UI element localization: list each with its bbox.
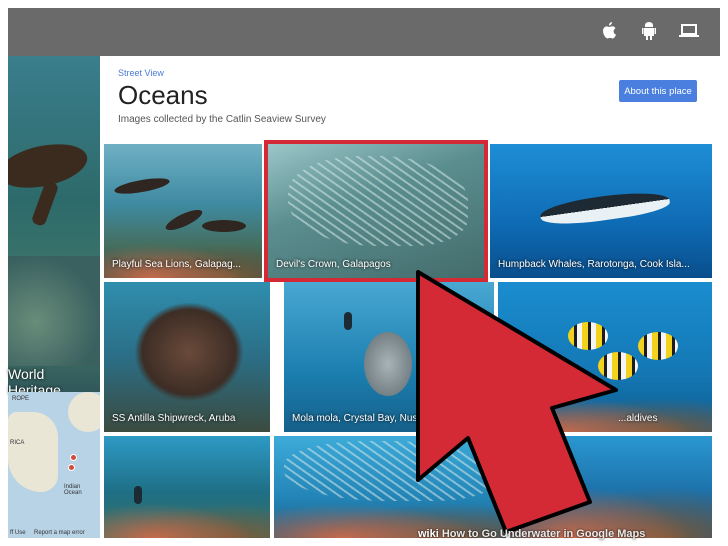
shipwreck-shape <box>134 302 244 402</box>
gallery-tile-reef-divers[interactable] <box>104 436 270 538</box>
page-title: Oceans <box>118 80 208 110</box>
pointer-arrow-icon <box>416 270 618 534</box>
world-map[interactable]: ROPE RICA Indian Ocean ff Use Report a m… <box>8 392 100 538</box>
about-this-place-button[interactable]: About this place <box>619 80 697 102</box>
apple-icon[interactable] <box>598 20 620 42</box>
laptop-icon[interactable] <box>678 20 700 42</box>
map-label-rope: ROPE <box>12 396 30 402</box>
watermark-title: How to Go Underwater in Google Maps <box>441 528 646 540</box>
reef-shape <box>8 256 100 366</box>
tile-caption: Humpback Whales, Rarotonga, Cook Isla... <box>498 259 690 270</box>
whale-shape <box>538 187 672 229</box>
mola-fish-shape <box>364 332 412 396</box>
page-subtitle: Images collected by the Catlin Seaview S… <box>118 114 326 125</box>
asia-landmass <box>68 392 100 432</box>
sea-lion-shape <box>163 206 205 234</box>
watermark: wiki How to Go Underwater in Google Maps <box>418 528 645 540</box>
tile-caption: SS Antilla Shipwreck, Aruba <box>112 413 236 424</box>
gallery-tile-humpback-whales[interactable]: Humpback Whales, Rarotonga, Cook Isla... <box>490 144 712 278</box>
gallery-tile-ss-antilla[interactable]: SS Antilla Shipwreck, Aruba <box>104 282 270 432</box>
reef-shape <box>104 498 270 538</box>
tile-caption: Playful Sea Lions, Galapag... <box>112 259 241 270</box>
android-icon[interactable] <box>638 20 660 42</box>
screenshot-frame: World Heritage ROPE RICA Indian Ocean ff… <box>0 0 728 546</box>
map-terms[interactable]: ff Use <box>10 530 26 536</box>
gallery-tile-sea-lions[interactable]: Playful Sea Lions, Galapag... <box>104 144 262 278</box>
reef-shape <box>104 238 262 278</box>
sea-lion-shape <box>113 175 171 197</box>
breadcrumb[interactable]: Street View <box>118 68 164 78</box>
map-label-rica: RICA <box>10 440 25 446</box>
map-pin[interactable] <box>70 454 77 461</box>
map-pin[interactable] <box>68 464 75 471</box>
watermark-wiki: wiki <box>418 528 439 540</box>
report-map-error-link[interactable]: Report a map error <box>34 530 85 536</box>
platform-bar <box>8 8 720 56</box>
sea-lion-shape <box>202 220 246 232</box>
africa-landmass <box>8 412 58 492</box>
diver-shape <box>344 312 352 330</box>
map-label-indian-ocean: Indian Ocean <box>64 484 82 496</box>
highlight-box <box>264 140 488 282</box>
